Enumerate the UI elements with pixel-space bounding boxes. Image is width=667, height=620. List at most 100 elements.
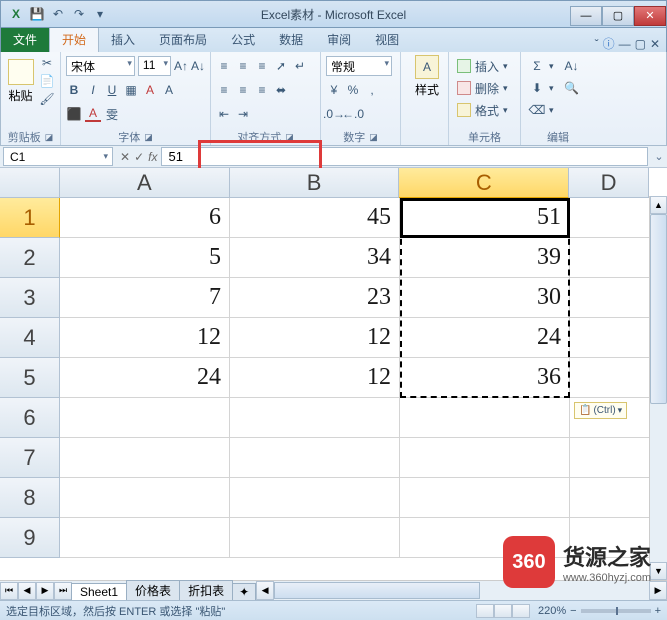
zoom-in-button[interactable]: + bbox=[655, 605, 661, 617]
insert-cells-button[interactable]: 插入▾ bbox=[454, 55, 515, 77]
phonetic-icon[interactable]: 雯 bbox=[104, 106, 120, 122]
font-size-combo[interactable]: 11 bbox=[138, 56, 171, 76]
font-dialog-icon[interactable]: ◪ bbox=[144, 132, 153, 143]
scroll-up-button[interactable]: ▲ bbox=[650, 196, 667, 214]
tab-formulas[interactable]: 公式 bbox=[219, 27, 267, 52]
cell-A7[interactable] bbox=[60, 438, 230, 478]
minimize-ribbon-icon[interactable]: ˇ bbox=[595, 37, 599, 51]
align-middle-icon[interactable]: ≡ bbox=[235, 58, 251, 74]
cell-A5[interactable]: 24 bbox=[60, 358, 230, 398]
font-shrink-icon[interactable]: A bbox=[161, 82, 177, 98]
fill-button[interactable]: ⬇▾🔍 bbox=[526, 77, 590, 99]
row-header-9[interactable]: 9 bbox=[0, 518, 60, 558]
cell-C6[interactable] bbox=[400, 398, 570, 438]
decrease-font-icon[interactable]: A↓ bbox=[191, 58, 205, 74]
next-sheet-button[interactable]: ▶ bbox=[36, 582, 54, 600]
percent-icon[interactable]: % bbox=[345, 82, 361, 98]
vscroll-thumb[interactable] bbox=[650, 214, 667, 404]
cell-C1[interactable]: 51 bbox=[400, 198, 570, 238]
sheet-tab-3[interactable]: 折扣表 bbox=[179, 580, 233, 600]
comma-icon[interactable]: , bbox=[364, 82, 380, 98]
tab-data[interactable]: 数据 bbox=[267, 27, 315, 52]
clear-button[interactable]: ⌫▾ bbox=[526, 99, 590, 121]
file-tab[interactable]: 文件 bbox=[1, 27, 49, 52]
align-right-icon[interactable]: ≡ bbox=[254, 82, 270, 98]
currency-icon[interactable]: ¥ bbox=[326, 82, 342, 98]
column-header-C[interactable]: C bbox=[399, 168, 569, 198]
cell-B3[interactable]: 23 bbox=[230, 278, 400, 318]
row-header-5[interactable]: 5 bbox=[0, 358, 60, 398]
tab-view[interactable]: 视图 bbox=[363, 27, 411, 52]
alignment-dialog-icon[interactable]: ◪ bbox=[285, 132, 294, 143]
cell-C3[interactable]: 30 bbox=[400, 278, 570, 318]
cell-A3[interactable]: 7 bbox=[60, 278, 230, 318]
cell-A8[interactable] bbox=[60, 478, 230, 518]
mdi-close-icon[interactable]: ✕ bbox=[650, 37, 660, 51]
cut-icon[interactable]: ✂ bbox=[39, 55, 55, 71]
increase-indent-icon[interactable]: ⇥ bbox=[235, 106, 251, 122]
italic-icon[interactable]: I bbox=[85, 82, 101, 98]
cell-C5[interactable]: 36 bbox=[400, 358, 570, 398]
excel-icon[interactable]: X bbox=[7, 5, 25, 23]
page-layout-view-button[interactable] bbox=[494, 604, 512, 618]
cell-C8[interactable] bbox=[400, 478, 570, 518]
number-format-combo[interactable]: 常规 bbox=[326, 56, 392, 76]
paste-options-button[interactable]: 📋 (Ctrl) ▾ bbox=[574, 402, 627, 419]
align-bottom-icon[interactable]: ≡ bbox=[254, 58, 270, 74]
format-cells-button[interactable]: 格式▾ bbox=[454, 99, 515, 121]
cell-B1[interactable]: 45 bbox=[230, 198, 400, 238]
row-header-4[interactable]: 4 bbox=[0, 318, 60, 358]
cell-A9[interactable] bbox=[60, 518, 230, 558]
row-header-8[interactable]: 8 bbox=[0, 478, 60, 518]
row-header-2[interactable]: 2 bbox=[0, 238, 60, 278]
align-center-icon[interactable]: ≡ bbox=[235, 82, 251, 98]
maximize-button[interactable]: ▢ bbox=[602, 6, 634, 26]
underline-icon[interactable]: U bbox=[104, 82, 120, 98]
zoom-level[interactable]: 220% bbox=[538, 605, 566, 617]
mdi-minimize-icon[interactable]: — bbox=[619, 37, 631, 51]
cell-D1[interactable] bbox=[570, 198, 650, 238]
cell-A2[interactable]: 5 bbox=[60, 238, 230, 278]
redo-icon[interactable]: ↷ bbox=[70, 5, 88, 23]
merge-icon[interactable]: ⬌ bbox=[273, 82, 289, 98]
cell-A1[interactable]: 6 bbox=[60, 198, 230, 238]
column-header-D[interactable]: D bbox=[569, 168, 649, 198]
fx-icon[interactable]: fx bbox=[148, 150, 157, 164]
minimize-button[interactable]: — bbox=[570, 6, 602, 26]
increase-font-icon[interactable]: A↑ bbox=[174, 58, 188, 74]
normal-view-button[interactable] bbox=[476, 604, 494, 618]
qat-menu-icon[interactable]: ▾ bbox=[91, 5, 109, 23]
number-dialog-icon[interactable]: ◪ bbox=[369, 132, 378, 143]
cell-B9[interactable] bbox=[230, 518, 400, 558]
enter-formula-icon[interactable]: ✓ bbox=[134, 150, 144, 164]
cell-B6[interactable] bbox=[230, 398, 400, 438]
autosum-button[interactable]: Σ▾A↓ bbox=[526, 55, 590, 77]
column-header-B[interactable]: B bbox=[230, 168, 400, 198]
hscroll-thumb[interactable] bbox=[274, 582, 480, 599]
cell-B5[interactable]: 12 bbox=[230, 358, 400, 398]
vertical-scrollbar[interactable]: ▲ ▼ bbox=[649, 196, 667, 580]
prev-sheet-button[interactable]: ◀ bbox=[18, 582, 36, 600]
cell-D2[interactable] bbox=[570, 238, 650, 278]
scroll-left-button[interactable]: ◀ bbox=[256, 581, 274, 600]
tab-page-layout[interactable]: 页面布局 bbox=[147, 27, 219, 52]
zoom-out-button[interactable]: − bbox=[570, 605, 576, 617]
row-header-1[interactable]: 1 bbox=[0, 198, 60, 238]
scroll-right-button[interactable]: ▶ bbox=[649, 581, 667, 600]
cell-C4[interactable]: 24 bbox=[400, 318, 570, 358]
cell-D4[interactable] bbox=[570, 318, 650, 358]
fill-color-icon[interactable]: ⬛ bbox=[66, 106, 82, 122]
format-painter-icon[interactable]: 🖌 bbox=[39, 91, 55, 107]
cell-A4[interactable]: 12 bbox=[60, 318, 230, 358]
sheet-tab-2[interactable]: 价格表 bbox=[126, 580, 180, 600]
align-left-icon[interactable]: ≡ bbox=[216, 82, 232, 98]
decrease-indent-icon[interactable]: ⇤ bbox=[216, 106, 232, 122]
align-top-icon[interactable]: ≡ bbox=[216, 58, 232, 74]
tab-home[interactable]: 开始 bbox=[49, 26, 99, 52]
cell-D8[interactable] bbox=[570, 478, 650, 518]
row-header-7[interactable]: 7 bbox=[0, 438, 60, 478]
cell-styles-button[interactable]: A 样式 bbox=[406, 55, 448, 98]
scroll-down-button[interactable]: ▼ bbox=[650, 562, 667, 580]
paste-button[interactable]: 粘贴 bbox=[6, 55, 35, 107]
cell-D3[interactable] bbox=[570, 278, 650, 318]
